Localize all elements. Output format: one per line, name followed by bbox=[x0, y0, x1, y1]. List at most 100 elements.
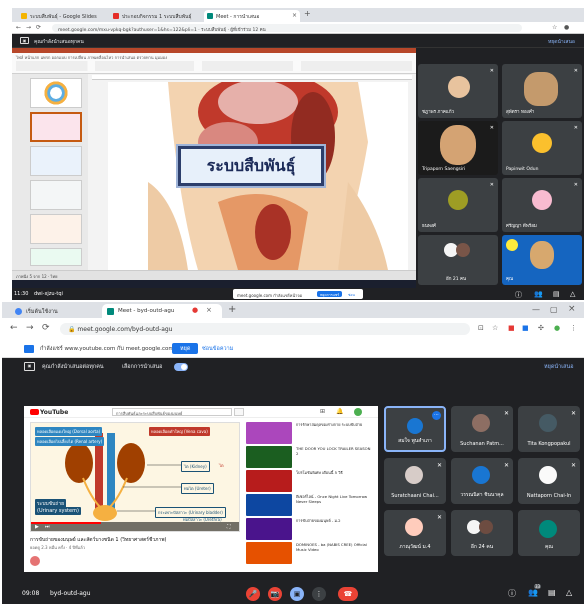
notifications-icon[interactable]: 🔔 bbox=[336, 408, 343, 415]
back-icon[interactable]: ← bbox=[10, 323, 18, 333]
presentation-toggle[interactable] bbox=[174, 363, 188, 371]
maximize-icon[interactable]: ▢ bbox=[550, 305, 558, 314]
progress-bar[interactable] bbox=[31, 522, 101, 524]
ribbon-tabs[interactable]: ไฟล์ หน้าแรก แทรก ออกแบบ การเปลี่ยน ภาพเ… bbox=[16, 54, 167, 60]
browser-tab-active[interactable]: Meet - การนำเสนอ × bbox=[204, 10, 300, 22]
new-tab-button[interactable]: + bbox=[304, 9, 311, 18]
participant-tile[interactable]: ✕ Tripaporn Saengsiri bbox=[418, 121, 498, 175]
avatar bbox=[448, 76, 470, 98]
more-options-icon[interactable]: ⋯ bbox=[432, 411, 441, 420]
url-field[interactable]: 🔒 meet.google.com/byd-outd-agu bbox=[60, 323, 470, 335]
participant-tile[interactable]: ✕ Suratchaani Chai... bbox=[384, 458, 446, 504]
more-participants-tile[interactable]: อีก 24 คน bbox=[451, 510, 513, 556]
people-icon[interactable]: 👥 bbox=[528, 588, 538, 597]
browser-tab[interactable]: เริ่มต้นใช้งาน bbox=[10, 304, 100, 318]
puzzle-icon[interactable]: ✣ bbox=[538, 324, 544, 332]
activities-icon[interactable]: △ bbox=[566, 588, 572, 597]
info-icon[interactable]: ⓘ bbox=[508, 588, 516, 599]
reload-icon[interactable]: ⟳ bbox=[36, 24, 41, 31]
stop-sharing-button[interactable]: หยุด bbox=[172, 343, 199, 354]
recommended-video[interactable]: พีเซอร์ไลน์ - Once Night Live Tomorrow N… bbox=[246, 494, 374, 516]
participant-tile[interactable]: ✕ ชฎาพร ภาคแก้ว bbox=[418, 64, 498, 118]
participant-tile[interactable]: ✕ สุพัตรา ทองคำ bbox=[502, 64, 582, 118]
apps-icon[interactable]: ⊞ bbox=[320, 408, 325, 415]
browser-tab-bar: เริ่มต้นใช้งาน Meet - byd-outd-agu ● × + —… bbox=[2, 302, 584, 318]
video-controls[interactable]: ▶ ⏭ ⛶ bbox=[31, 522, 239, 531]
chat-icon[interactable]: ▤ bbox=[553, 290, 560, 298]
slide-thumbnail[interactable] bbox=[30, 248, 82, 266]
slide-thumbnail-selected[interactable] bbox=[30, 112, 82, 142]
close-icon[interactable]: × bbox=[292, 12, 297, 19]
forward-icon[interactable]: → bbox=[26, 24, 31, 31]
star-icon[interactable]: ☆ bbox=[492, 324, 498, 332]
minimize-icon[interactable]: — bbox=[532, 305, 540, 314]
mic-off-button[interactable]: 🎤 bbox=[246, 587, 260, 601]
stop-presenting-button[interactable]: หยุดนำเสนอ bbox=[544, 363, 574, 371]
more-participants-tile[interactable]: อีก 21 คน bbox=[418, 235, 498, 285]
recommended-video[interactable]: การรักษาสมดุลของร่างกาย ระบบขับถ่าย bbox=[246, 422, 374, 444]
video-title[interactable]: การขับถ่ายของมนุษย์ และสัตว์บางชนิด 1 (ว… bbox=[30, 536, 167, 544]
present-button[interactable]: ▣ bbox=[290, 587, 304, 601]
participant-tile[interactable]: ✕ ธนพงศ์ bbox=[418, 178, 498, 232]
play-icon[interactable]: ▶ bbox=[35, 524, 39, 530]
reload-icon[interactable]: ⟳ bbox=[42, 323, 50, 333]
slide-thumbnail[interactable] bbox=[30, 146, 82, 176]
participant-tile[interactable]: ✕ ศรัญญา ดีพร้อม bbox=[502, 178, 582, 232]
stop-presenting-button[interactable]: หยุดนำเสนอ bbox=[548, 38, 575, 46]
hide-button[interactable]: ซ่อนข้อความ bbox=[202, 345, 233, 353]
browser-tab[interactable]: ประกอบกิจกรรม 1 ระบบสืบพันธุ์ bbox=[110, 10, 202, 22]
slide-thumbnail[interactable] bbox=[30, 214, 82, 244]
profile-avatar[interactable]: ● bbox=[564, 24, 569, 31]
recommended-video[interactable]: โปรโมชันพิเศษ เดือนนี้ 5 วิธี bbox=[246, 470, 374, 492]
channel-avatar[interactable] bbox=[30, 556, 40, 566]
recording-dot-icon: ● bbox=[192, 306, 199, 314]
next-icon[interactable]: ⏭ bbox=[45, 524, 50, 530]
video-player[interactable]: หลอดเลือดแดงใหญ่ (Dorsal aorta) หลอดเลือ… bbox=[30, 422, 240, 532]
youtube-logo[interactable]: YouTube bbox=[30, 409, 68, 416]
self-tile[interactable]: คุณ bbox=[518, 510, 580, 556]
forward-icon[interactable]: → bbox=[26, 323, 34, 333]
chrome-icon bbox=[15, 308, 22, 315]
activities-icon[interactable]: △ bbox=[570, 290, 575, 298]
close-icon[interactable]: × bbox=[206, 306, 212, 314]
camera-off-button[interactable]: 📷 bbox=[268, 587, 282, 601]
extension-icon[interactable]: ■ bbox=[522, 324, 529, 332]
account-avatar[interactable] bbox=[354, 408, 362, 416]
menu-icon[interactable]: ⋮ bbox=[570, 324, 577, 332]
recommended-video[interactable]: การขับถ่ายของมนุษย์ - ม.2 bbox=[246, 518, 374, 540]
people-icon[interactable]: 👥 bbox=[534, 290, 543, 298]
search-icon[interactable] bbox=[234, 408, 244, 416]
participant-tile[interactable]: ✕ ภาณุวัฒน์ ม.4 bbox=[384, 510, 446, 556]
info-icon[interactable]: ⓘ bbox=[515, 290, 522, 300]
participant-tile[interactable]: ✕ วรรณนิสา ชินนาคุล bbox=[451, 458, 513, 504]
participant-tile[interactable]: ✕ Papinwit Odun bbox=[502, 121, 582, 175]
new-tab-button[interactable]: + bbox=[228, 304, 236, 315]
slide-thumbnail[interactable] bbox=[30, 180, 82, 210]
leave-call-button[interactable]: ☎ bbox=[338, 587, 358, 601]
chat-icon[interactable]: ▤ bbox=[548, 588, 556, 597]
participant-tile[interactable]: ✕ Suchanan Patm... bbox=[451, 406, 513, 452]
youtube-search[interactable]: การสืบพันธุ์และระบบสืบพันธุ์ของมนุษย์ bbox=[112, 408, 232, 416]
star-icon[interactable]: ☆ bbox=[552, 24, 557, 31]
participant-tile-speaking[interactable]: ⋯ สมใจ พูนสำเภา bbox=[384, 406, 446, 452]
recommended-video[interactable]: THE DOOR YOU LOCK TRAILER SEASON 2 bbox=[246, 446, 374, 468]
self-tile[interactable]: คุณ bbox=[502, 235, 582, 285]
recommended-video[interactable]: DOMINOES - ba (NABIS CREE) Official Musi… bbox=[246, 542, 374, 564]
more-options-button[interactable]: ⋮ bbox=[312, 587, 326, 601]
profile-avatar[interactable]: ● bbox=[554, 324, 560, 332]
hide-button[interactable]: ซ่อน bbox=[345, 291, 358, 297]
slide-thumbnail[interactable] bbox=[30, 78, 82, 108]
participant-tile[interactable]: ✕ Tita Kongpopakul bbox=[518, 406, 580, 452]
stop-sharing-button[interactable]: หยุดการแชร์ bbox=[317, 291, 343, 297]
back-icon[interactable]: ← bbox=[16, 24, 21, 31]
window-close-icon[interactable]: × bbox=[568, 304, 576, 314]
browser-tab-active[interactable]: Meet - byd-outd-agu ● × bbox=[102, 304, 222, 318]
url-field[interactable]: meet.google.com/mxu-vpkq-bgk?authuser=1&… bbox=[52, 24, 522, 32]
cast-icon[interactable]: ⊡ bbox=[478, 324, 484, 332]
mic-off-icon: ✕ bbox=[436, 514, 442, 521]
fullscreen-icon[interactable]: ⛶ bbox=[227, 524, 231, 530]
extension-icon[interactable]: ■ bbox=[508, 324, 515, 332]
browser-tab[interactable]: ระบบสืบพันธุ์ - Google Slides bbox=[18, 10, 108, 22]
ribbon-commands[interactable] bbox=[16, 61, 412, 71]
participant-tile[interactable]: ✕ Nattaporn Chai-In bbox=[518, 458, 580, 504]
